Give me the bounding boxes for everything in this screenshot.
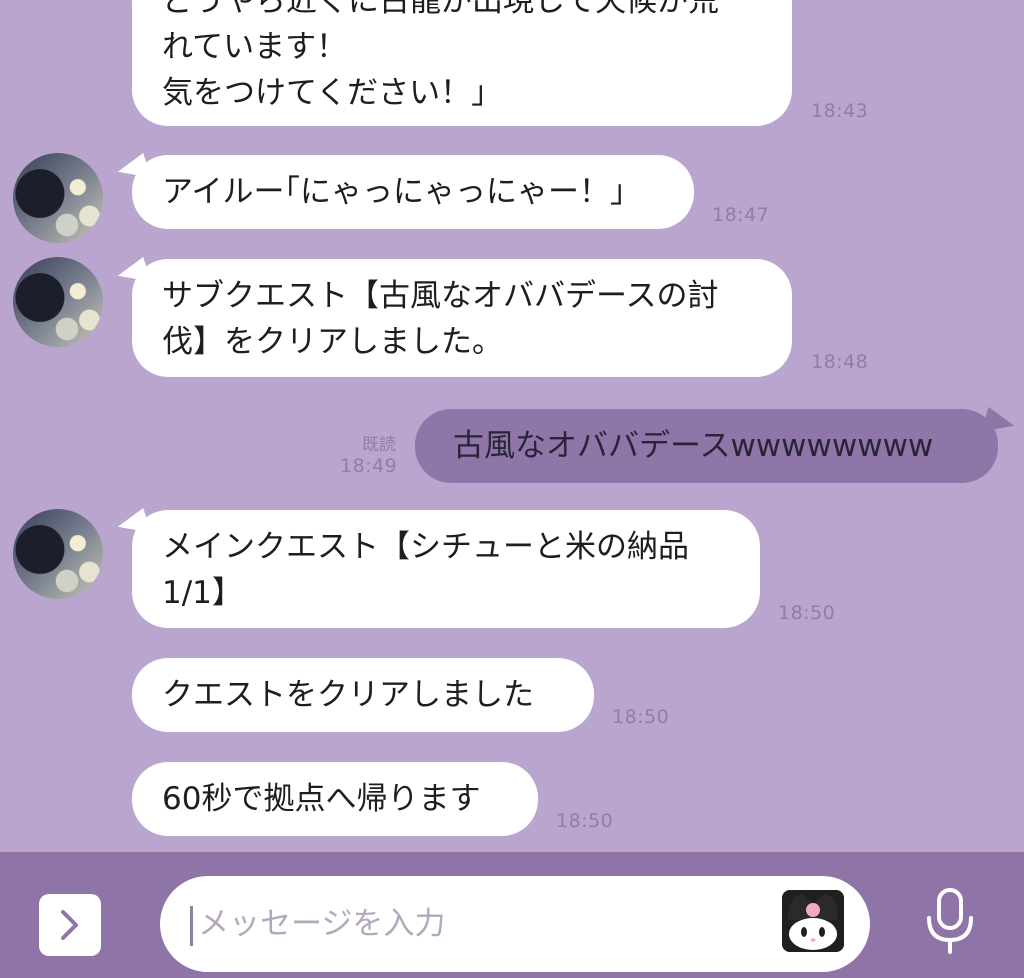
message-text: れています！ bbox=[162, 29, 348, 65]
message-text: サブクエスト【古風なオババデースの討 bbox=[162, 278, 719, 314]
message-text: 古風なオババデースwwwwwwww bbox=[453, 428, 934, 464]
message-input-bar: メッセージを入力 bbox=[0, 852, 1024, 978]
message-text: クエストをクリアしました bbox=[162, 677, 534, 713]
message-time: 18:48 bbox=[811, 351, 869, 373]
message-text: 伐】をクリアしました。 bbox=[162, 324, 503, 360]
my-message-bubble[interactable]: 古風なオババデースwwwwwwww bbox=[415, 409, 998, 483]
message-bubble[interactable]: アイルー｢にゃっにゃっにゃー！」 bbox=[132, 155, 694, 229]
message-text: メインクエスト【シチューと米の納品 bbox=[162, 529, 689, 565]
chevron-right-icon bbox=[61, 910, 78, 940]
message-text: 気をつけてください！」 bbox=[162, 75, 503, 111]
message-time: 18:43 bbox=[811, 100, 869, 122]
message-text: 60秒で拠点へ帰ります bbox=[162, 781, 481, 817]
sticker-button[interactable] bbox=[782, 890, 844, 952]
message-time: 18:49 bbox=[340, 455, 398, 477]
message-bubble[interactable]: サブクエスト【古風なオババデースの討 伐】をクリアしました。 bbox=[132, 259, 792, 377]
message-bubble[interactable]: クエストをクリアしました bbox=[132, 658, 594, 732]
chat-area: どうやら近くに古龍が出現して天候が荒 れています！ 気をつけてください！」 18… bbox=[0, 0, 1024, 852]
message-text: どうやら近くに古龍が出現して天候が荒 bbox=[162, 0, 720, 19]
message-text: 1/1】 bbox=[162, 575, 243, 611]
microphone-button[interactable] bbox=[920, 886, 980, 958]
message-input[interactable]: メッセージを入力 bbox=[160, 876, 870, 972]
message-text: アイルー｢にゃっにゃっにゃー！」 bbox=[162, 174, 641, 210]
message-bubble[interactable]: どうやら近くに古龍が出現して天候が荒 れています！ 気をつけてください！」 bbox=[132, 0, 792, 126]
avatar[interactable] bbox=[13, 257, 103, 347]
message-bubble[interactable]: メインクエスト【シチューと米の納品 1/1】 bbox=[132, 510, 760, 628]
message-time: 18:50 bbox=[778, 602, 836, 624]
microphone-icon bbox=[927, 888, 973, 954]
input-placeholder: メッセージを入力 bbox=[198, 906, 446, 942]
sticker-icon bbox=[782, 890, 844, 952]
message-time: 18:47 bbox=[712, 204, 770, 226]
avatar[interactable] bbox=[13, 153, 103, 243]
message-time: 18:50 bbox=[612, 706, 670, 728]
message-time: 18:50 bbox=[556, 810, 614, 832]
avatar[interactable] bbox=[13, 509, 103, 599]
read-receipt: 既読 bbox=[362, 435, 396, 455]
text-cursor bbox=[190, 906, 193, 946]
expand-menu-button[interactable] bbox=[39, 894, 101, 956]
message-bubble[interactable]: 60秒で拠点へ帰ります bbox=[132, 762, 538, 836]
